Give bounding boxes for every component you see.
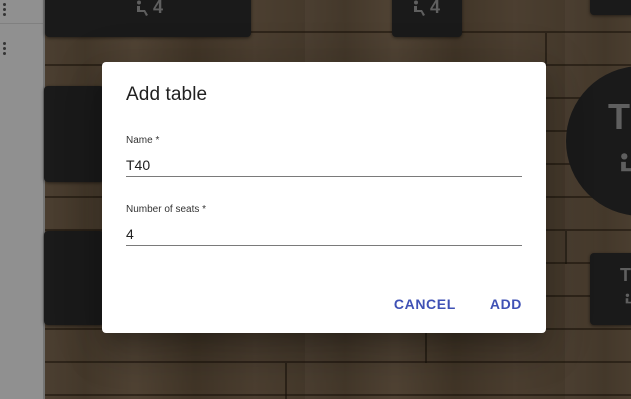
add-table-dialog: Add table Name * Number of seats * CANCE… <box>102 62 546 333</box>
dialog-actions: CANCEL ADD <box>384 290 532 318</box>
name-field-label: Name * <box>126 135 160 146</box>
seats-field-label: Number of seats * <box>126 204 207 215</box>
seats-field: Number of seats * <box>126 204 522 246</box>
add-button[interactable]: ADD <box>480 290 532 318</box>
name-input[interactable] <box>126 154 522 177</box>
name-field: Name * <box>126 135 522 177</box>
cancel-button[interactable]: CANCEL <box>384 290 466 318</box>
dialog-title: Add table <box>126 84 208 105</box>
seats-input[interactable] <box>126 223 522 246</box>
app-stage: 4 4 T T Add table Name * T40 Number of s… <box>0 0 631 399</box>
